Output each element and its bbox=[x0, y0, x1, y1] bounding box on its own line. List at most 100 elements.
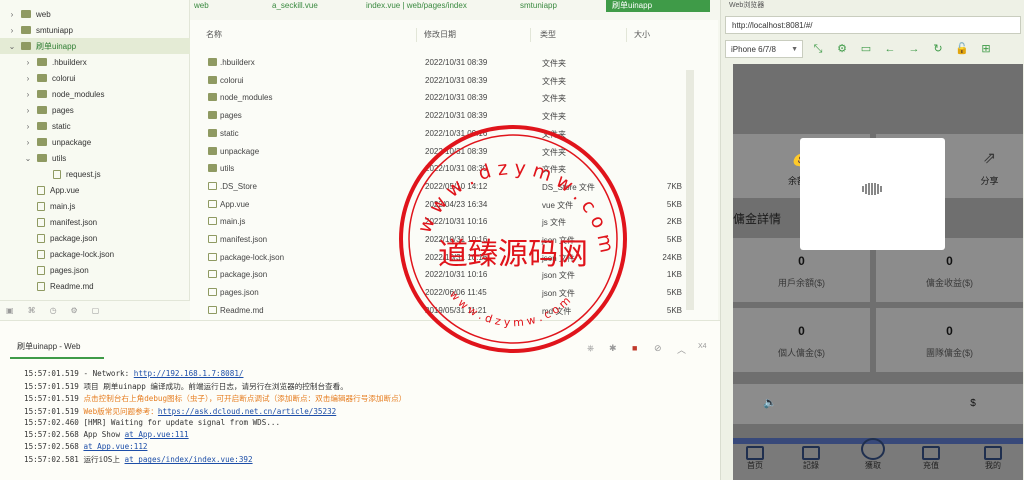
git-icon[interactable]: ⌘ bbox=[28, 306, 36, 315]
tab-index-vue[interactable]: index.vue | web/pages/index bbox=[366, 0, 467, 12]
tab-mine[interactable]: 我的 bbox=[973, 446, 1013, 471]
tree-item[interactable]: › smtuniapp bbox=[0, 22, 190, 38]
folder-icon bbox=[208, 111, 217, 120]
tab-a-seckill[interactable]: a_seckill.vue bbox=[272, 0, 318, 12]
console-line: 15:57:02.568 App Show at App.vue:111 bbox=[24, 430, 189, 439]
console-text: App Show bbox=[83, 430, 125, 439]
tree-item[interactable]: pages.json bbox=[0, 262, 190, 278]
tree-item[interactable]: › node_modules bbox=[0, 86, 190, 102]
file-row[interactable]: colorui 2022/10/31 08:39 文件夹 bbox=[190, 72, 690, 89]
lock-icon[interactable]: 🔓 bbox=[954, 42, 970, 56]
console-timestamp: 15:57:02.581 bbox=[24, 455, 79, 465]
stat-label: 個人傭金($) bbox=[778, 348, 825, 358]
console-link[interactable]: http://192.168.1.7:8081/ bbox=[134, 369, 244, 378]
back-arrow-icon[interactable]: ← bbox=[882, 42, 898, 56]
console-line: 15:57:02.460 [HMR] Waiting for update si… bbox=[24, 418, 280, 427]
console-line: 15:57:01.519 项目 刷单uinapp 编译成功。前端运行日志，请另行… bbox=[24, 381, 348, 392]
tree-item[interactable]: › static bbox=[0, 118, 190, 134]
file-row[interactable]: node_modules 2022/10/31 08:39 文件夹 bbox=[190, 89, 690, 106]
plugin-icon[interactable]: ⚙ bbox=[71, 306, 78, 315]
device-select[interactable]: iPhone 6/7/8 ▼ bbox=[725, 40, 803, 58]
chevron-down-icon[interactable]: ⌄ bbox=[8, 42, 16, 51]
tree-item[interactable]: Readme.md bbox=[0, 278, 190, 294]
devtools-icon[interactable]: ▭ bbox=[858, 42, 874, 56]
phone-tab-bar: 首页 記錄 獲取 充值 我的 bbox=[733, 438, 1023, 480]
console-link[interactable]: at App.vue:112 bbox=[83, 442, 147, 451]
forward-arrow-icon[interactable]: → bbox=[906, 42, 922, 56]
tab-recharge[interactable]: 充值 bbox=[911, 446, 951, 471]
file-name: pages.json bbox=[220, 288, 259, 298]
file-row[interactable]: .hbuilderx 2022/10/31 08:39 文件夹 bbox=[190, 54, 690, 71]
column-divider[interactable] bbox=[416, 28, 417, 42]
tree-item-label: request.js bbox=[66, 169, 101, 179]
tree-item[interactable]: › unpackage bbox=[0, 134, 190, 150]
tab-web[interactable]: web bbox=[194, 0, 209, 12]
console-count-badge: X4 bbox=[698, 343, 707, 350]
chevron-right-icon[interactable]: › bbox=[24, 106, 32, 115]
console-text: Web版常见问题参考： bbox=[83, 406, 158, 416]
tab-smtuniapp[interactable]: smtuniapp bbox=[520, 0, 557, 12]
chevron-right-icon[interactable]: › bbox=[24, 90, 32, 99]
file-name: .DS_Store bbox=[220, 181, 257, 191]
tree-item[interactable]: request.js bbox=[0, 166, 190, 182]
tab-shuadan-uinapp[interactable]: 刷单uinapp bbox=[606, 0, 710, 12]
folder-icon bbox=[37, 106, 47, 114]
clear-icon[interactable]: ⊘ bbox=[654, 343, 662, 354]
column-divider[interactable] bbox=[626, 28, 627, 42]
reload-icon[interactable]: ↻ bbox=[930, 42, 946, 56]
tree-item-label: .hbuilderx bbox=[52, 57, 87, 67]
collapse-up-icon[interactable]: ︿ bbox=[677, 343, 686, 356]
chevron-down-icon: ▼ bbox=[791, 46, 798, 53]
folder-icon bbox=[37, 138, 47, 146]
list-icon bbox=[802, 446, 820, 460]
folder-icon bbox=[208, 164, 217, 173]
column-divider[interactable] bbox=[530, 28, 531, 42]
qrcode-icon[interactable]: ⊞ bbox=[978, 42, 994, 56]
chevron-right-icon[interactable]: › bbox=[24, 122, 32, 131]
tree-item[interactable]: › colorui bbox=[0, 70, 190, 86]
tree-item[interactable]: package-lock.json bbox=[0, 246, 190, 262]
column-header-type[interactable]: 类型 bbox=[540, 29, 556, 41]
console-link[interactable]: at pages/index/index.vue:392 bbox=[125, 455, 253, 464]
tree-item[interactable]: ⌄ utils bbox=[0, 150, 190, 166]
column-header-date[interactable]: 修改日期 bbox=[424, 29, 456, 41]
file-name: unpackage bbox=[220, 146, 260, 156]
chevron-right-icon[interactable]: › bbox=[24, 74, 32, 83]
chevron-down-icon[interactable]: ⌄ bbox=[24, 154, 32, 163]
settings-icon[interactable]: ⚙ bbox=[834, 42, 850, 56]
tree-item[interactable]: package.json bbox=[0, 230, 190, 246]
console-link[interactable]: https://ask.dcloud.net.cn/article/35232 bbox=[158, 407, 336, 416]
column-header-name[interactable]: 名称 bbox=[206, 29, 222, 41]
file-name: static bbox=[220, 128, 239, 138]
tree-item[interactable]: manifest.json bbox=[0, 214, 190, 230]
history-icon[interactable]: ◷ bbox=[50, 306, 57, 315]
screenshot-icon[interactable]: ⤡ bbox=[810, 42, 826, 56]
chevron-right-icon[interactable]: › bbox=[24, 138, 32, 147]
terminal-icon[interactable]: ▢ bbox=[92, 306, 100, 315]
chevron-right-icon[interactable]: › bbox=[8, 10, 16, 19]
vertical-scrollbar[interactable] bbox=[686, 70, 694, 310]
tree-item[interactable]: main.js bbox=[0, 198, 190, 214]
tab-records[interactable]: 記錄 bbox=[791, 446, 831, 471]
file-row[interactable]: pages 2022/10/31 08:39 文件夹 bbox=[190, 107, 690, 124]
tree-item[interactable]: › pages bbox=[0, 102, 190, 118]
folder-icon[interactable]: ▣ bbox=[6, 306, 14, 315]
tree-item[interactable]: › web bbox=[0, 6, 190, 22]
tab-home[interactable]: 首页 bbox=[735, 446, 775, 471]
column-header-size[interactable]: 大小 bbox=[634, 29, 650, 41]
tree-item[interactable]: › .hbuilderx bbox=[0, 54, 190, 70]
audio-row[interactable]: 🔈 $ bbox=[733, 384, 1023, 424]
url-input[interactable]: http://localhost:8081/#/ bbox=[725, 16, 1021, 34]
tab-get[interactable]: 獲取 bbox=[853, 438, 893, 471]
stat-value: 0 bbox=[798, 254, 805, 268]
console-tab-title[interactable]: 刷单uinapp - Web bbox=[17, 341, 80, 352]
console-link[interactable]: at App.vue:111 bbox=[125, 430, 189, 439]
chevron-right-icon[interactable]: › bbox=[24, 58, 32, 67]
tree-item[interactable]: App.vue bbox=[0, 182, 190, 198]
file-icon bbox=[37, 233, 45, 243]
stop-icon[interactable]: ■ bbox=[632, 343, 637, 353]
console-text: 项目 刷单uinapp 编译成功。前端运行日志，请另行在浏览器的控制台查看。 bbox=[83, 382, 348, 392]
tree-item[interactable]: ⌄ 刷单uinapp bbox=[0, 38, 190, 54]
tree-item-label: package.json bbox=[50, 233, 98, 243]
chevron-right-icon[interactable]: › bbox=[8, 26, 16, 35]
